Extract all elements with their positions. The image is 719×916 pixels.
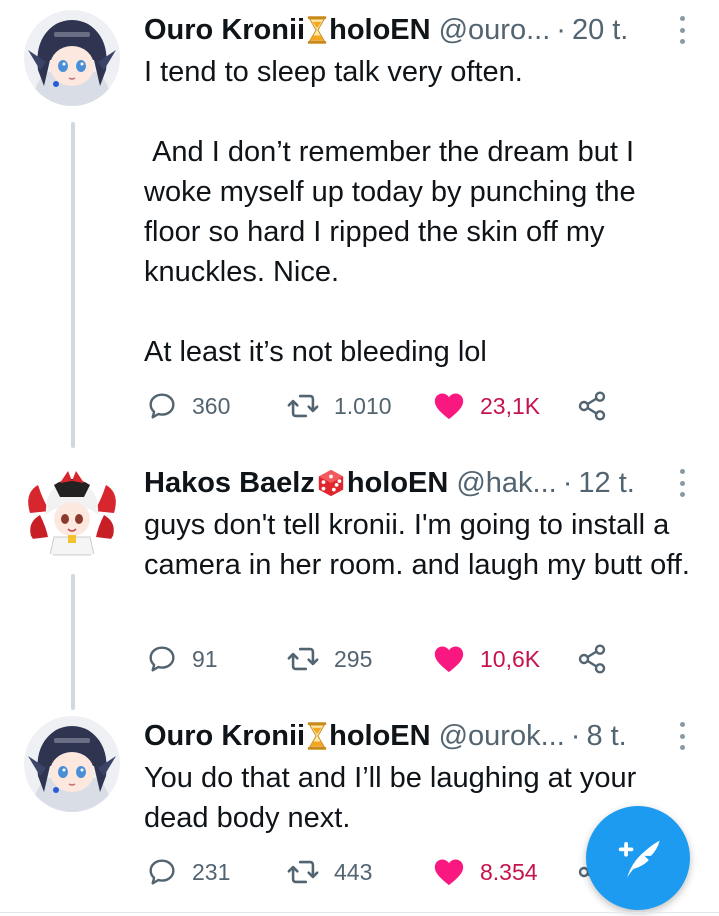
compose-tweet-button[interactable] (586, 806, 690, 910)
tweet-actions: 91 295 10,6K (146, 639, 626, 679)
reply-icon (146, 390, 178, 422)
tweet[interactable]: Ouro Kronii holoEN @ouro... · 20 t. I te… (0, 10, 719, 440)
more-options-icon[interactable] (675, 722, 689, 750)
tweet-header: Hakos Baelz holoEN @hak... · 12 t. (144, 463, 649, 503)
reply-count: 360 (192, 392, 231, 419)
avatar[interactable] (24, 716, 120, 812)
retweet-button[interactable]: 295 (286, 639, 372, 679)
affiliation-text: holoEN (346, 466, 449, 499)
retweet-icon (286, 642, 320, 676)
share-icon (576, 643, 608, 675)
like-count: 23,1K (480, 392, 541, 419)
reply-count: 231 (192, 858, 231, 885)
avatar[interactable] (24, 463, 120, 559)
kronii-avatar-icon (24, 10, 120, 106)
hourglass-icon (306, 721, 328, 751)
share-icon (576, 390, 608, 422)
reply-icon (146, 856, 178, 888)
display-name-text: Hakos Baelz (144, 466, 315, 499)
display-name[interactable]: Ouro Kronii holoEN (144, 720, 431, 753)
tweet-header: Ouro Kronii holoEN @ouro... · 20 t. (144, 10, 649, 50)
compose-tweet-icon (612, 832, 664, 884)
retweet-icon (286, 389, 320, 423)
affiliation-text: holoEN (329, 719, 431, 752)
heart-icon (432, 855, 466, 889)
timestamp[interactable]: 12 t. (578, 467, 634, 500)
tweet-actions: 360 1.010 23,1K (146, 386, 626, 426)
retweet-button[interactable]: 443 (286, 852, 372, 892)
retweet-count: 295 (334, 645, 373, 672)
die-icon (316, 468, 346, 498)
tweet-text: guys don't tell kronii. I'm going to ins… (144, 509, 690, 581)
hourglass-icon (306, 15, 328, 45)
retweet-button[interactable]: 1.010 (286, 386, 392, 426)
like-button[interactable]: 23,1K (432, 386, 540, 426)
like-button[interactable]: 10,6K (432, 639, 540, 679)
separator: · (556, 13, 566, 46)
reply-button[interactable]: 360 (146, 386, 230, 426)
tweet[interactable]: Hakos Baelz holoEN @hak... · 12 t. guys … (0, 463, 719, 693)
heart-icon (432, 642, 466, 676)
heart-icon (432, 389, 466, 423)
timestamp[interactable]: 8 t. (586, 720, 626, 753)
separator: · (570, 719, 581, 752)
reply-icon (146, 643, 178, 675)
more-options-icon[interactable] (675, 469, 689, 497)
tweet-header: Ouro Kronii holoEN @ourok... · 8 t. (144, 716, 649, 756)
share-button[interactable] (576, 639, 622, 679)
like-count: 10,6K (480, 645, 541, 672)
reply-button[interactable]: 231 (146, 852, 230, 892)
tweet-actions: 231 443 8.354 (146, 852, 626, 892)
retweet-icon (286, 855, 320, 889)
more-options-icon[interactable] (675, 16, 689, 44)
reply-button[interactable]: 91 (146, 639, 218, 679)
like-count: 8.354 (480, 858, 538, 885)
display-name[interactable]: Ouro Kronii holoEN (144, 14, 431, 47)
retweet-count: 443 (334, 858, 373, 885)
tweet-text: I tend to sleep talk very often. And I d… (144, 56, 636, 368)
timestamp[interactable]: 20 t. (572, 14, 628, 47)
kronii-avatar-icon (24, 716, 120, 812)
separator: · (562, 466, 573, 499)
affiliation-text: holoEN (329, 13, 431, 46)
reply-count: 91 (192, 645, 218, 672)
display-name[interactable]: Hakos Baelz holoEN (144, 467, 448, 500)
display-name-text: Ouro Kronii (144, 719, 306, 752)
user-handle[interactable]: @ourok... (439, 720, 565, 753)
divider (0, 912, 719, 913)
retweet-count: 1.010 (334, 392, 392, 419)
user-handle[interactable]: @ouro... (439, 14, 551, 47)
like-button[interactable]: 8.354 (432, 852, 538, 892)
share-button[interactable] (576, 386, 622, 426)
avatar[interactable] (24, 10, 120, 106)
baelz-avatar-icon (24, 463, 120, 559)
display-name-text: Ouro Kronii (144, 13, 306, 46)
user-handle[interactable]: @hak... (456, 467, 556, 500)
